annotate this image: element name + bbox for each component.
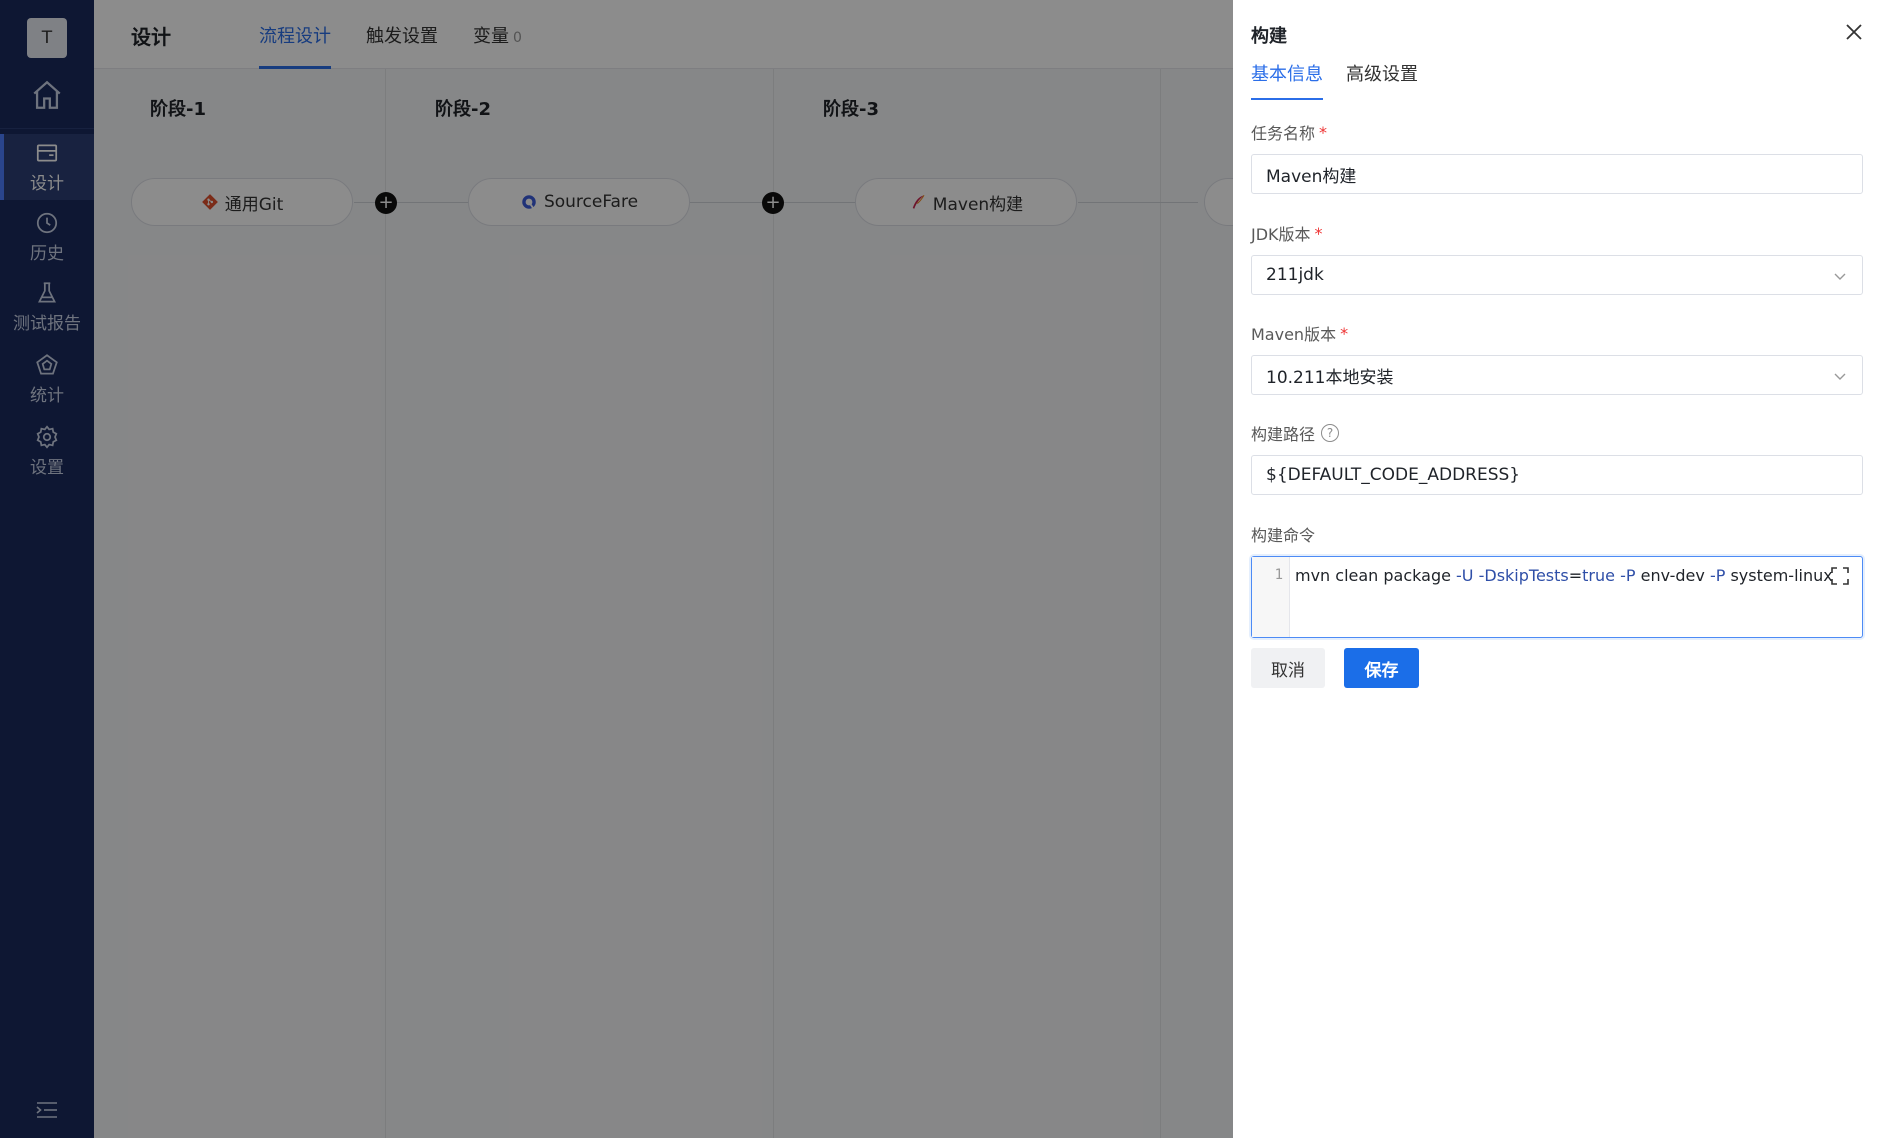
close-icon[interactable]	[1842, 20, 1866, 44]
required-mark: *	[1319, 122, 1328, 142]
save-button[interactable]: 保存	[1344, 648, 1419, 688]
command-text[interactable]: mvn clean package -U -DskipTests=true -P…	[1295, 566, 1833, 585]
task-name-input[interactable]: Maven构建	[1251, 154, 1863, 194]
jdk-version-select[interactable]: 211jdk	[1251, 255, 1863, 295]
tab-basic-info[interactable]: 基本信息	[1251, 60, 1323, 100]
build-command-label: 构建命令	[1251, 526, 1316, 545]
drawer-title: 构建	[1251, 26, 1287, 47]
required-mark: *	[1340, 323, 1349, 343]
chevron-down-icon	[1834, 373, 1846, 380]
maven-version-label: Maven版本 *	[1251, 323, 1349, 345]
build-path-label: 构建路径?	[1251, 421, 1340, 445]
cancel-button[interactable]: 取消	[1251, 648, 1325, 688]
fullscreen-icon[interactable]	[1830, 566, 1850, 586]
task-config-drawer: 构建 基本信息 高级设置 任务名称 * Maven构建 JDK版本 * 211jdk…	[1233, 0, 1883, 1138]
required-mark: *	[1314, 223, 1323, 243]
task-name-label: 任务名称 *	[1251, 122, 1328, 144]
maven-version-select[interactable]: 10.211本地安装	[1251, 355, 1863, 395]
tab-advanced-settings[interactable]: 高级设置	[1346, 60, 1418, 100]
jdk-version-label: JDK版本 *	[1251, 223, 1323, 245]
build-command-editor[interactable]: 1 mvn clean package -U -DskipTests=true …	[1251, 556, 1863, 638]
help-icon[interactable]: ?	[1321, 424, 1340, 442]
build-path-input[interactable]: ${DEFAULT_CODE_ADDRESS}	[1251, 455, 1863, 495]
line-number: 1	[1252, 557, 1290, 637]
chevron-down-icon	[1834, 273, 1846, 280]
